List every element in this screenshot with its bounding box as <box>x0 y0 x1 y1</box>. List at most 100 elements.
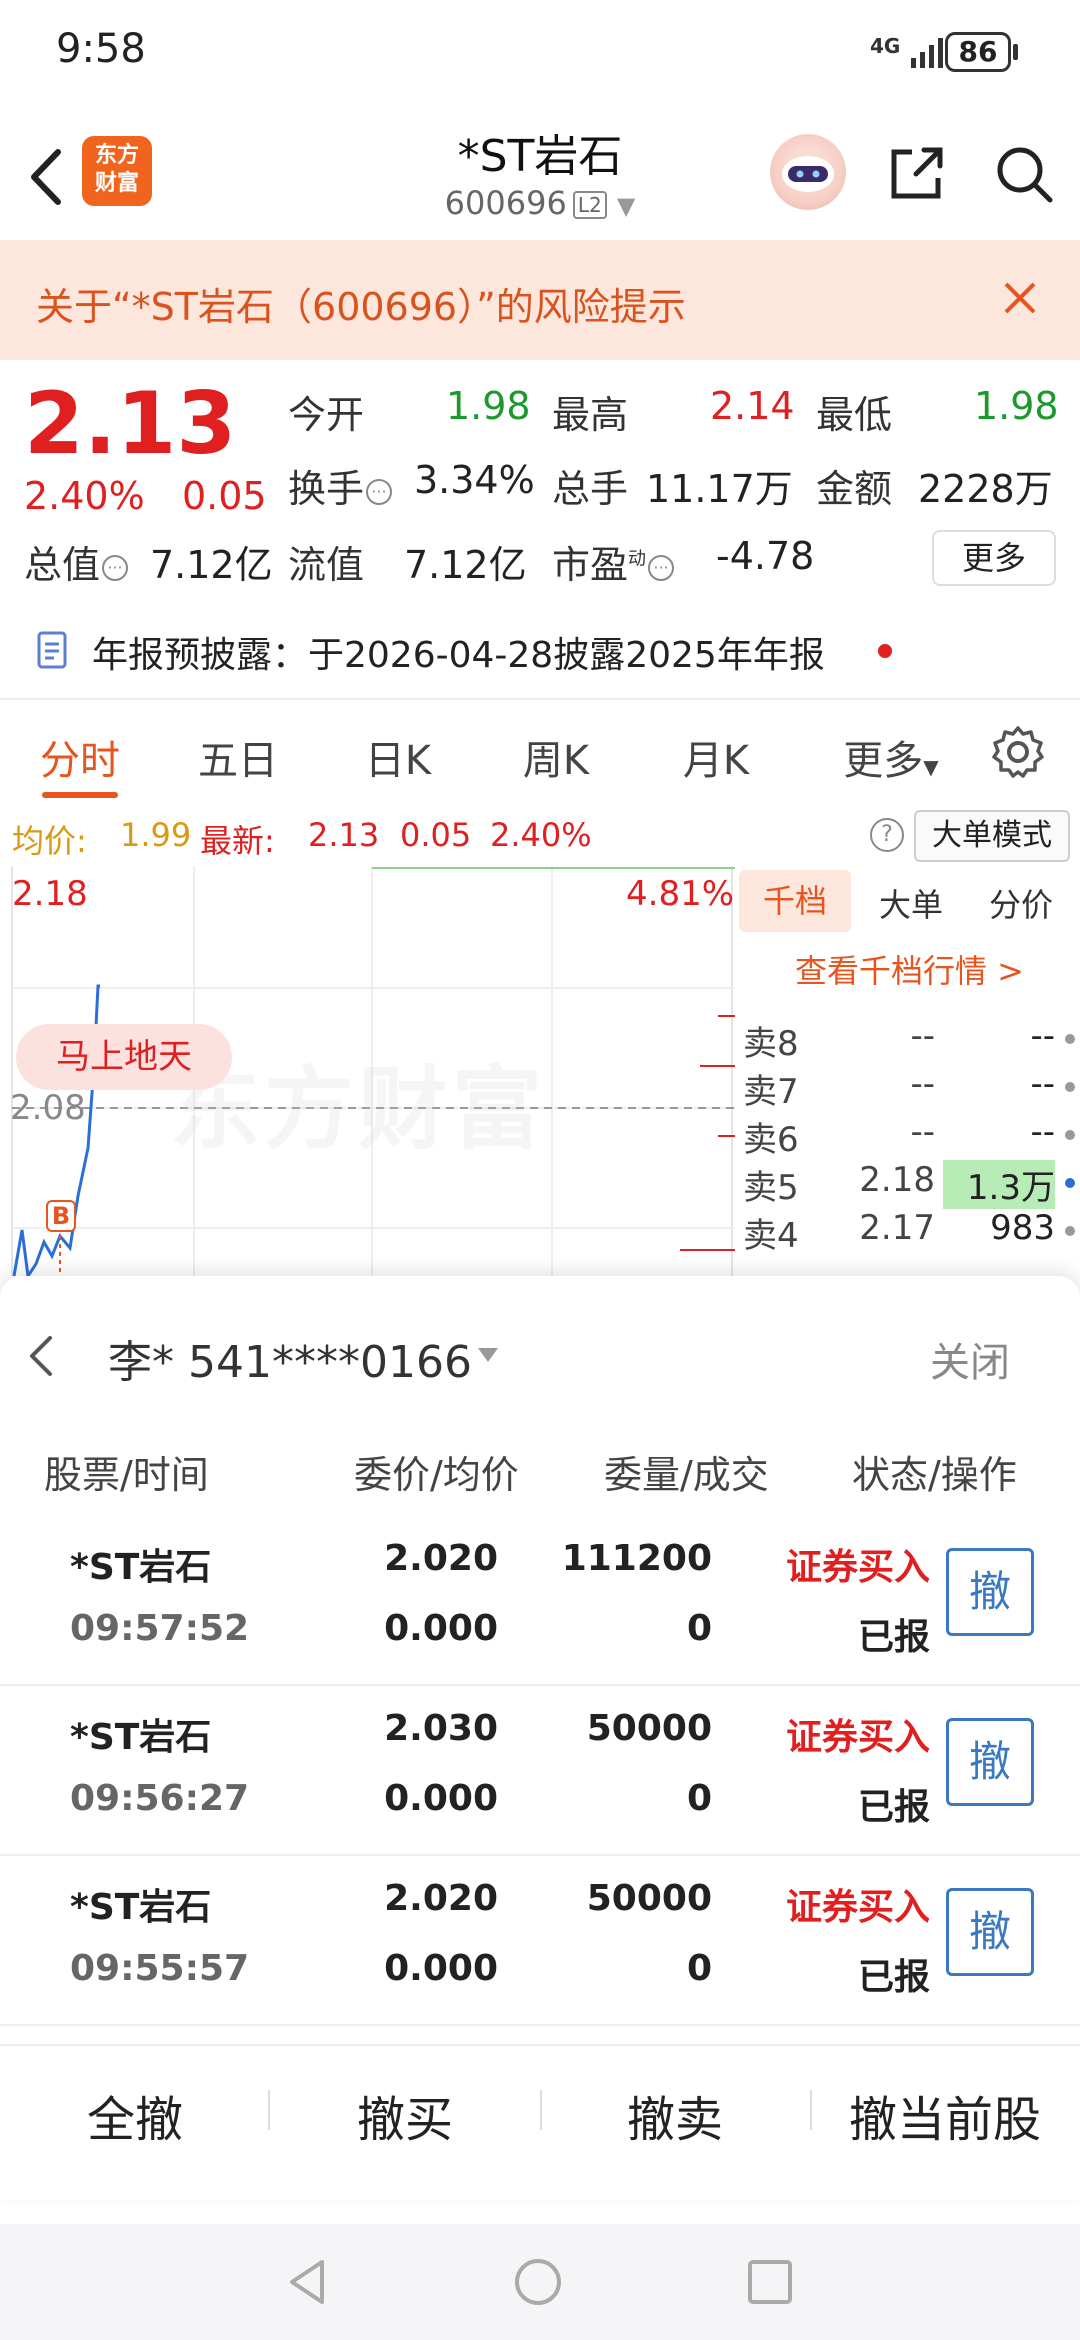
depth-price: -- <box>910 1064 935 1104</box>
level2-badge: L2 <box>572 191 607 219</box>
battery-icon <box>1013 44 1018 60</box>
cancel-order-button[interactable]: 撤 <box>946 1888 1034 1976</box>
float-value: 7.12亿 <box>404 543 527 587</box>
depth-price: 2.18 <box>859 1160 935 1200</box>
tab-daily-k[interactable]: 日K <box>348 728 448 786</box>
depth-volume: 983 <box>990 1208 1055 1248</box>
risk-warning-text[interactable]: 关于“*ST岩石（600696）”的风险提示 <box>36 276 686 331</box>
cancel-order-button[interactable]: 撤 <box>946 1548 1034 1636</box>
nav-back-icon[interactable] <box>282 2256 334 2308</box>
network-type: 4G <box>870 34 901 58</box>
depth-dot <box>1065 1226 1075 1236</box>
help-icon[interactable]: ? <box>870 818 904 852</box>
latest-change: 0.05 <box>400 816 472 854</box>
order-type: 证券买入 <box>785 1717 930 1758</box>
depth-row: 卖8 -- -- <box>743 1016 1075 1064</box>
order-qty: 50000 <box>586 1708 712 1749</box>
chart-top-price: 2.18 <box>12 874 88 914</box>
depth-dot <box>1065 1178 1075 1188</box>
intraday-chart[interactable]: 东方财富 2.18 4.81% 2.08 马上地天 B <box>0 866 735 1276</box>
depth-dot <box>1065 1034 1075 1044</box>
tab-weekly-k[interactable]: 周K <box>506 728 606 786</box>
info-icon[interactable]: ··· <box>366 478 393 505</box>
annual-report-text: 年报预披露：于2026-04-28披露2025年年报 <box>92 635 825 676</box>
depth-volume: 1.3万 <box>943 1160 1055 1209</box>
unread-dot <box>878 644 892 658</box>
order-price: 2.030 <box>384 1708 498 1749</box>
depth-price: -- <box>910 1112 935 1152</box>
cancel-order-button[interactable]: 撤 <box>946 1718 1034 1806</box>
tab-five-day[interactable]: 五日 <box>188 728 288 786</box>
depth-view-link[interactable]: 查看千档行情 > <box>795 946 1024 992</box>
order-qty: 50000 <box>586 1878 712 1919</box>
gear-icon[interactable] <box>990 724 1046 780</box>
order-filled: 0 <box>686 1778 712 1819</box>
mcap-value: 7.12亿 <box>150 543 273 587</box>
depth-price: -- <box>910 1016 935 1056</box>
column-header-qty: 委量/成交 <box>604 1453 769 1497</box>
search-icon[interactable] <box>990 140 1056 206</box>
promo-pill[interactable]: 马上地天 <box>16 1024 232 1090</box>
depth-dot <box>1065 1082 1075 1092</box>
order-status: 已报 <box>857 1787 930 1828</box>
depth-row: 卖6 -- -- <box>743 1112 1075 1160</box>
mcap-label: 总值 ··· <box>24 534 129 589</box>
chart-top-pct: 4.81% <box>626 874 735 914</box>
order-price: 2.020 <box>384 1878 498 1919</box>
annual-report-notice[interactable]: 年报预披露：于2026-04-28披露2025年年报 <box>36 626 1056 676</box>
cancel-current-stock-button[interactable]: 撤当前股 <box>810 2080 1080 2150</box>
tab-more[interactable]: 更多▼ <box>826 728 956 786</box>
back-icon[interactable] <box>20 1328 60 1384</box>
buy-marker[interactable]: B <box>46 1200 76 1232</box>
close-button[interactable]: 关闭 <box>930 1330 1010 1388</box>
avg-value: 1.99 <box>120 816 192 854</box>
depth-tab-1000[interactable]: 千档 <box>739 870 851 932</box>
cancel-all-button[interactable]: 全撤 <box>0 2080 270 2150</box>
order-time: 09:56:27 <box>70 1778 250 1819</box>
latest-label: 最新: <box>200 822 275 860</box>
nav-recents-icon[interactable] <box>744 2256 796 2308</box>
stock-code[interactable]: 600696 L2 ▼ <box>340 184 740 222</box>
more-button[interactable]: 更多 <box>932 530 1056 586</box>
cancel-sell-button[interactable]: 撤卖 <box>540 2080 810 2150</box>
open-label: 今开 <box>288 393 365 437</box>
depth-label: 卖8 <box>743 1024 799 1064</box>
chart-ref-price: 2.08 <box>10 1088 86 1128</box>
tab-intraday[interactable]: 分时 <box>30 728 130 786</box>
cancel-buy-button[interactable]: 撤买 <box>270 2080 540 2150</box>
assistant-robot-icon[interactable] <box>770 134 846 210</box>
depth-dot <box>1065 1130 1075 1140</box>
stock-header: 东方 财富 *ST岩石 600696 L2 ▼ <box>0 110 1080 240</box>
open-value: 1.98 <box>446 384 531 428</box>
pe-value: -4.78 <box>716 534 815 578</box>
order-row[interactable]: *ST岩石 09:56:27 2.030 0.000 50000 0 证券买入 … <box>0 1686 1080 1856</box>
stock-code-value: 600696 <box>444 184 567 222</box>
app-logo[interactable]: 东方 财富 <box>82 136 152 206</box>
order-depth-panel: 千档 大单 分价 查看千档行情 > 卖8 -- -- 卖7 -- -- 卖6 -… <box>735 866 1080 1276</box>
depth-tab-big[interactable]: 大单 <box>861 880 961 926</box>
info-icon[interactable]: ··· <box>648 554 675 581</box>
chart-info-bar: 均价: 1.99 最新: 2.13 0.05 2.40% ? 大单模式 <box>0 806 1080 866</box>
nav-home-icon[interactable] <box>512 2256 564 2308</box>
info-icon[interactable]: ··· <box>102 554 129 581</box>
amount-label: 金额 <box>816 467 893 511</box>
tab-more-label: 更多 <box>843 738 924 784</box>
risk-warning-banner[interactable]: 关于“*ST岩石（600696）”的风险提示 <box>0 240 1080 360</box>
order-row[interactable]: *ST岩石 09:57:52 2.020 0.000 111200 0 证券买入… <box>0 1516 1080 1686</box>
share-icon[interactable] <box>884 140 950 206</box>
order-row[interactable]: *ST岩石 09:55:57 2.020 0.000 50000 0 证券买入 … <box>0 1856 1080 2026</box>
tab-monthly-k[interactable]: 月K <box>666 728 766 786</box>
status-time: 9:58 <box>56 26 146 72</box>
latest-value: 2.13 <box>308 816 380 854</box>
order-time: 09:55:57 <box>70 1948 250 1989</box>
stock-title[interactable]: *ST岩石 <box>340 120 740 184</box>
depth-label: 卖6 <box>743 1120 799 1160</box>
divider <box>0 2024 1080 2026</box>
big-order-mode-button[interactable]: 大单模式 <box>914 810 1070 862</box>
depth-tab-price[interactable]: 分价 <box>971 880 1071 926</box>
back-icon[interactable] <box>22 144 72 210</box>
chevron-down-icon[interactable] <box>476 1346 500 1364</box>
close-icon[interactable] <box>996 274 1044 322</box>
depth-label: 卖5 <box>743 1168 799 1208</box>
account-selector[interactable]: 李* 541****0166 <box>108 1326 472 1390</box>
